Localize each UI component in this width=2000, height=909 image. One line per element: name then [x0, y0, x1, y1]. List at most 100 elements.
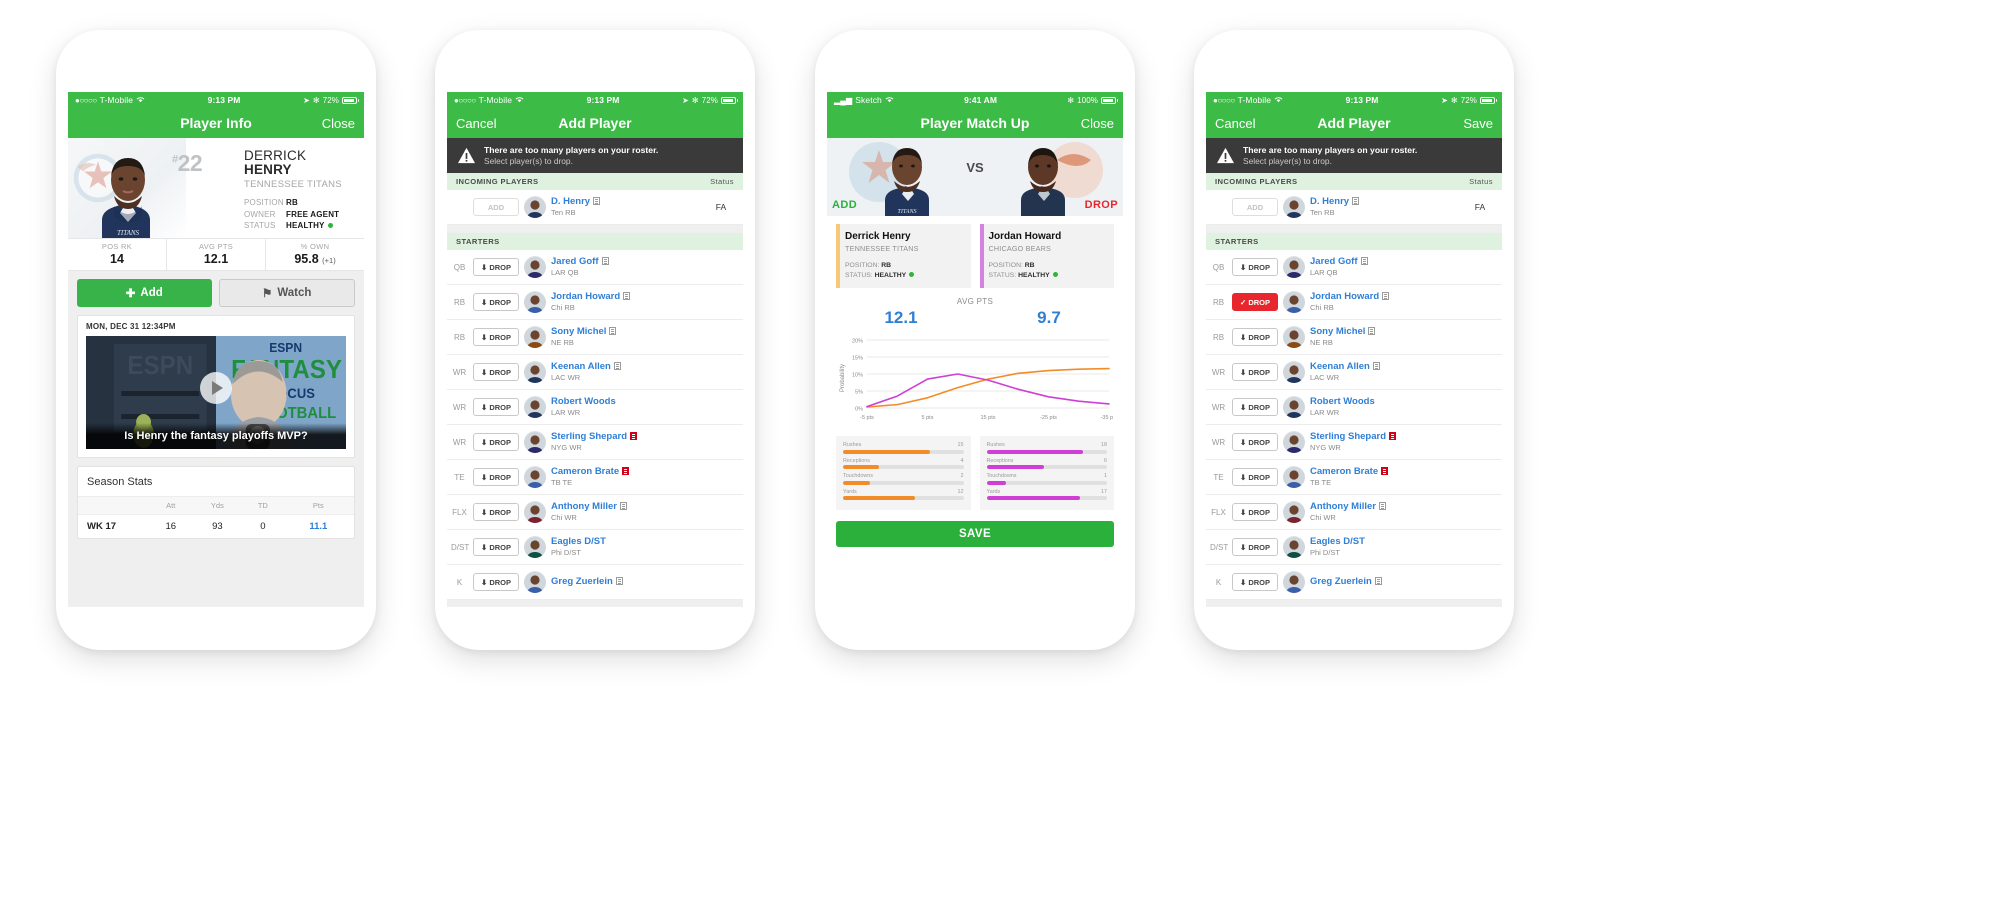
- table-row[interactable]: TE ⬇ DROP Cameron Brate TB TE: [1206, 460, 1502, 495]
- cancel-button[interactable]: Cancel: [1215, 116, 1257, 131]
- drop-action-button[interactable]: ⬇ DROP: [1232, 398, 1278, 416]
- table-row[interactable]: D/ST ⬇ DROP Eagles D/ST Phi D/ST: [447, 530, 743, 565]
- drop-action-button[interactable]: ⬇ DROP: [473, 503, 519, 521]
- svg-text:0%: 0%: [855, 407, 863, 413]
- battery-percent-label: 72%: [322, 95, 339, 105]
- table-row[interactable]: WR ⬇ DROP Sterling Shepard NYG WR: [1206, 425, 1502, 460]
- stat-bar-fill: [986, 480, 1006, 485]
- battery-percent-label: 100%: [1077, 95, 1098, 105]
- signal-dots-icon: ●○○○○: [75, 95, 97, 105]
- drop-action-button[interactable]: ⬇ DROP: [473, 293, 519, 311]
- news-alert-icon: [1389, 431, 1397, 440]
- drop-action-button[interactable]: ✓ DROP: [1232, 293, 1278, 311]
- player-team: TENNESSEE TITANS: [244, 179, 342, 190]
- stat-bar-track: [843, 449, 964, 454]
- status-bar: ●○○○○ T-Mobile 9:13 PM ➤ ✻ 72%: [1206, 92, 1502, 108]
- drop-action-label: DROP: [489, 297, 511, 307]
- table-row[interactable]: QB ⬇ DROP Jared Goff LAR QB: [1206, 250, 1502, 285]
- position-cell: RB: [453, 297, 466, 307]
- drop-action-button[interactable]: ⬇ DROP: [473, 433, 519, 451]
- drop-action-label: DROP: [1248, 577, 1270, 587]
- close-button[interactable]: Close: [313, 116, 355, 131]
- svg-text:15%: 15%: [852, 356, 863, 362]
- table-row[interactable]: WR ⬇ DROP Robert Woods LAR WR: [447, 390, 743, 425]
- healthy-dot-icon: [327, 223, 333, 229]
- position-cell: TE: [454, 472, 465, 482]
- table-row[interactable]: RB ✓ DROP Jordan Howard Chi RB: [1206, 285, 1502, 320]
- incoming-player-row[interactable]: ADD D. Henry Ten RB FA: [447, 190, 743, 225]
- drop-action-button[interactable]: ⬇ DROP: [1232, 573, 1278, 591]
- player-sub: NYG WR: [1310, 442, 1341, 452]
- table-row[interactable]: K ⬇ DROP Greg Zuerlein: [447, 565, 743, 600]
- section-gap: [447, 225, 743, 233]
- stat-bar-value: 18: [1101, 442, 1107, 448]
- table-row[interactable]: K ⬇ DROP Greg Zuerlein: [1206, 565, 1502, 600]
- table-row[interactable]: FLX ⬇ DROP Anthony Miller Chi WR: [447, 495, 743, 530]
- table-row[interactable]: RB ⬇ DROP Jordan Howard Chi RB: [447, 285, 743, 320]
- save-button[interactable]: Save: [1451, 116, 1493, 131]
- table-row[interactable]: WR ⬇ DROP Keenan Allen LAC WR: [1206, 355, 1502, 390]
- table-row[interactable]: WR ⬇ DROP Keenan Allen LAC WR: [447, 355, 743, 390]
- avatar: [524, 396, 546, 418]
- avatar: [1283, 536, 1305, 558]
- table-row[interactable]: WR ⬇ DROP Robert Woods LAR WR: [1206, 390, 1502, 425]
- table-row[interactable]: RB ⬇ DROP Sony Michel NE RB: [1206, 320, 1502, 355]
- drop-action-button[interactable]: ⬇ DROP: [473, 538, 519, 556]
- arrow-down-icon: ⬇: [1240, 542, 1247, 552]
- stat-bar-label: Yards: [843, 488, 857, 495]
- drop-action-button[interactable]: ⬇ DROP: [473, 468, 519, 486]
- incoming-player-row[interactable]: ADD D. Henry Ten RB FA: [1206, 190, 1502, 225]
- player-name: Cameron Brate: [1310, 466, 1494, 477]
- watch-button[interactable]: ⚑ Watch: [218, 279, 355, 307]
- col-header: [78, 497, 150, 515]
- drop-label: DROP: [1084, 199, 1118, 211]
- arrow-down-icon: ⬇: [1240, 577, 1247, 587]
- table-row[interactable]: TE ⬇ DROP Cameron Brate TB TE: [447, 460, 743, 495]
- vs-label: VS: [966, 160, 984, 175]
- stat-bar-fill: [843, 449, 930, 454]
- drop-action-button[interactable]: ⬇ DROP: [1232, 328, 1278, 346]
- add-button[interactable]: ✚ Add: [77, 279, 212, 307]
- news-video[interactable]: ESPN ESPN FANTASY FOCUS FOOTBALL Is Henr…: [86, 336, 346, 449]
- position-cell: FLX: [452, 507, 467, 517]
- avatar: [524, 466, 546, 488]
- drop-action-button[interactable]: ⬇ DROP: [473, 328, 519, 346]
- stat-bar-label: Receptions: [986, 457, 1014, 464]
- drop-action-label: DROP: [489, 577, 511, 587]
- position-cell: FLX: [1211, 507, 1226, 517]
- drop-action-button[interactable]: ⬇ DROP: [1232, 258, 1278, 276]
- avg-pts-drop: 9.7: [1037, 308, 1061, 327]
- status-right: ➤ ✻ 72%: [682, 96, 738, 105]
- add-action-button[interactable]: ADD: [473, 198, 519, 216]
- table-row[interactable]: D/ST ⬇ DROP Eagles D/ST Phi D/ST: [1206, 530, 1502, 565]
- close-button[interactable]: Close: [1072, 116, 1114, 131]
- player-info: Jordan Howard Chi RB: [551, 291, 735, 313]
- cancel-button[interactable]: Cancel: [456, 116, 498, 131]
- table-row[interactable]: QB ⬇ DROP Jared Goff LAR QB: [447, 250, 743, 285]
- yds-value: 93: [191, 514, 244, 538]
- table-row[interactable]: WR ⬇ DROP Sterling Shepard NYG WR: [447, 425, 743, 460]
- add-action-button[interactable]: ADD: [1232, 198, 1278, 216]
- drop-action-button[interactable]: ⬇ DROP: [473, 258, 519, 276]
- drop-action-button[interactable]: ⬇ DROP: [1232, 363, 1278, 381]
- drop-action-button[interactable]: ⬇ DROP: [473, 398, 519, 416]
- player-sub: LAC WR: [1310, 372, 1340, 382]
- drop-action-button[interactable]: ⬇ DROP: [473, 363, 519, 381]
- table-row[interactable]: FLX ⬇ DROP Anthony Miller Chi WR: [1206, 495, 1502, 530]
- owner-label: OWNER: [244, 209, 276, 219]
- drop-action-button[interactable]: ⬇ DROP: [1232, 538, 1278, 556]
- table-row[interactable]: RB ⬇ DROP Sony Michel NE RB: [447, 320, 743, 355]
- drop-action-button[interactable]: ⬇ DROP: [1232, 468, 1278, 486]
- starters-label: STARTERS: [456, 237, 500, 246]
- drop-action-button[interactable]: ⬇ DROP: [1232, 503, 1278, 521]
- drop-action-label: DROP: [1248, 472, 1270, 482]
- page-title: Add Player: [558, 115, 632, 131]
- drop-action-button[interactable]: ⬇ DROP: [1232, 433, 1278, 451]
- save-button[interactable]: SAVE: [836, 521, 1114, 547]
- status-left: ●○○○○ T-Mobile: [1213, 95, 1283, 105]
- play-button[interactable]: [200, 371, 232, 404]
- drop-action-button[interactable]: ⬇ DROP: [473, 573, 519, 591]
- warning-text: There are too many players on your roste…: [484, 145, 658, 166]
- signal-dots-icon: ●○○○○: [1213, 95, 1235, 105]
- stat-bar-row: Rushes 18: [986, 442, 1107, 454]
